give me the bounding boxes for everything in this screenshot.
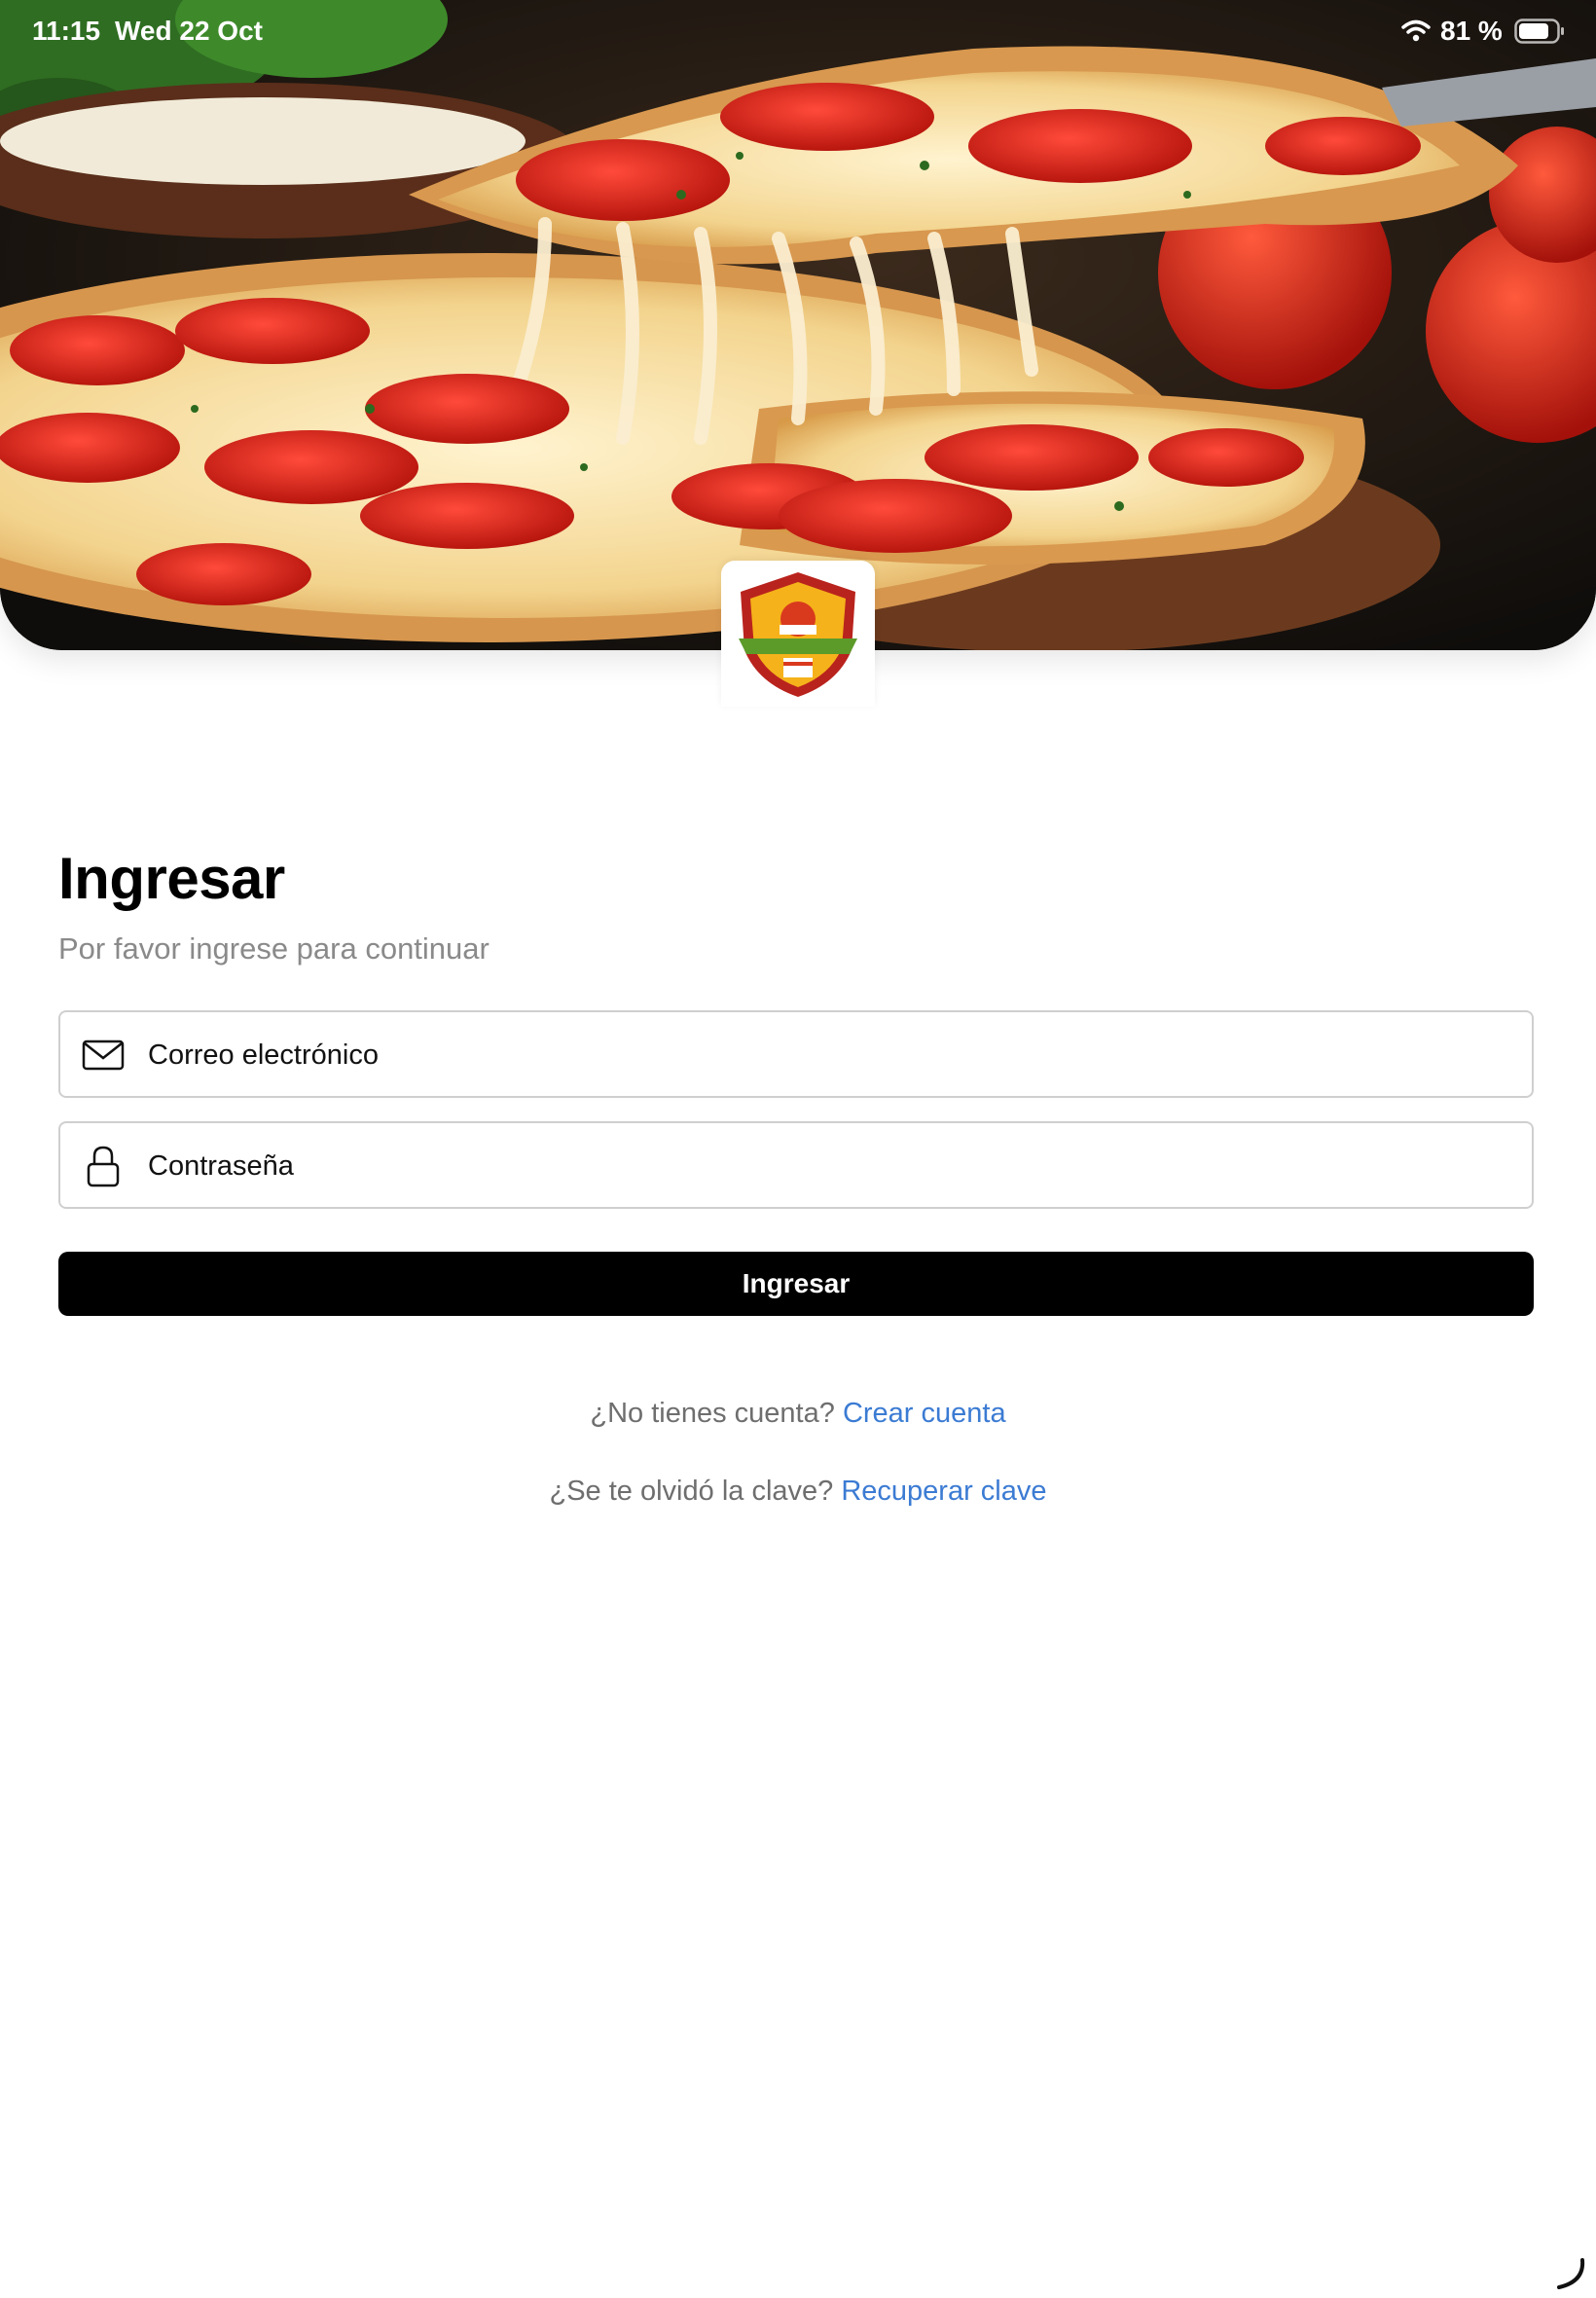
wifi-icon	[1401, 18, 1431, 49]
page-subtitle: Por favor ingrese para continuar	[58, 931, 490, 966]
email-field[interactable]: Correo electrónico	[58, 1010, 1534, 1098]
status-date: Wed 22 Oct	[115, 16, 263, 46]
battery-icon	[1514, 18, 1565, 51]
pizza-illustration	[0, 0, 1596, 650]
status-time: 11:15	[32, 16, 101, 46]
recover-row: ¿Se te olvidó la clave? Recuperar clave	[0, 1476, 1596, 1508]
lock-icon	[82, 1145, 125, 1187]
password-field[interactable]: Contraseña	[58, 1121, 1534, 1209]
hero-image	[0, 0, 1596, 650]
recover-password-link[interactable]: Recuperar clave	[841, 1476, 1046, 1507]
pizza-shield-logo	[739, 572, 857, 697]
loading-spinner-icon	[1551, 2254, 1590, 2298]
page-title: Ingresar	[58, 846, 285, 911]
create-account-link[interactable]: Crear cuenta	[843, 1398, 1006, 1429]
signup-prompt: ¿No tienes cuenta?	[590, 1398, 835, 1429]
status-bar: 11:15 Wed 22 Oct 81 %	[0, 0, 1596, 62]
battery-percentage: 81 %	[1440, 16, 1503, 46]
signup-row: ¿No tienes cuenta? Crear cuenta	[0, 1398, 1596, 1430]
login-button[interactable]: Ingresar	[58, 1252, 1534, 1316]
brand-logo	[721, 561, 875, 707]
email-placeholder: Correo electrónico	[148, 1040, 379, 1071]
recover-prompt: ¿Se te olvidó la clave?	[549, 1476, 834, 1507]
mail-icon	[82, 1034, 125, 1076]
password-placeholder: Contraseña	[148, 1150, 294, 1182]
